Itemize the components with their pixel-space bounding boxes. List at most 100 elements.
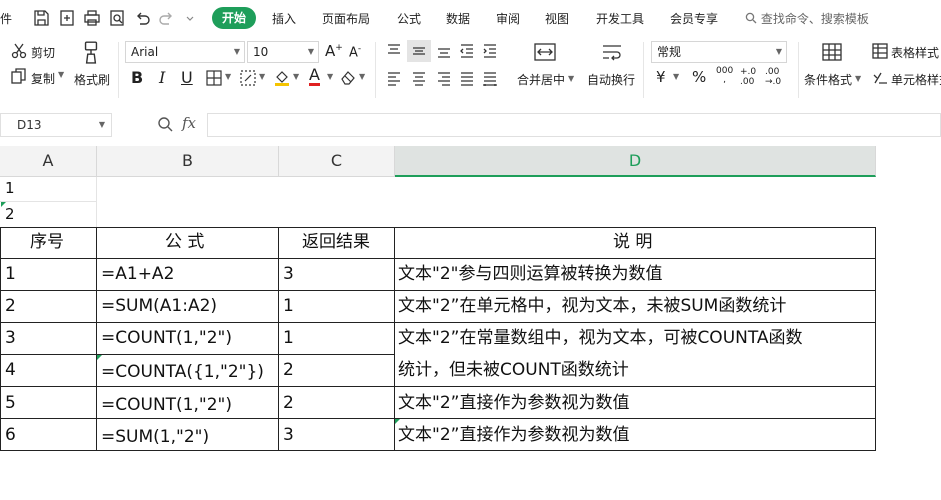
row1-description[interactable]: 文本"2"参与四则运算被转换为数值 [398, 266, 662, 283]
header-description[interactable]: 说 明 [613, 234, 652, 251]
cell-style-button[interactable]: 单元格样式 [891, 71, 941, 88]
decrease-decimal-button[interactable]: .00 →.0 [765, 67, 781, 87]
align-right-icon[interactable] [435, 69, 453, 87]
header-formula[interactable]: 公 式 [165, 234, 204, 251]
formula-input[interactable] [207, 113, 941, 137]
insert-function-button[interactable]: fx [182, 114, 196, 132]
align-bottom-icon[interactable] [435, 42, 453, 60]
indent-decrease-icon[interactable] [458, 42, 476, 60]
chevron-down-icon[interactable] [184, 9, 196, 27]
row5-result[interactable]: 2 [283, 395, 294, 412]
font-size-select[interactable]: 10 ▼ [247, 41, 319, 63]
name-box[interactable]: D13 ▼ [0, 113, 112, 137]
row6-formula[interactable]: =SUM(1,"2") [101, 429, 209, 446]
decrease-font-icon[interactable]: A- [349, 44, 361, 60]
conditional-format-icon[interactable] [821, 42, 843, 62]
format-painter-button[interactable]: 格式刷 [74, 71, 110, 88]
tab-data[interactable]: 数据 [446, 10, 470, 27]
column-header-c[interactable]: C [279, 146, 395, 177]
fill-pattern-dropdown-icon[interactable]: ▼ [259, 72, 265, 81]
font-color-button[interactable]: A [309, 67, 320, 86]
conditional-format-dropdown-icon[interactable]: ▼ [855, 74, 861, 83]
row2-result[interactable]: 1 [283, 298, 294, 315]
row2-description[interactable]: 文本"2”在单元格中，视为文本，未被SUM函数统计 [398, 298, 786, 315]
copy-button[interactable]: 复制 [31, 70, 55, 87]
bold-button[interactable]: B [131, 68, 143, 87]
italic-button[interactable]: I [159, 68, 165, 87]
borders-icon[interactable] [205, 69, 223, 87]
row4-formula[interactable]: =COUNTA({1,"2"}) [101, 364, 264, 381]
menu-file[interactable]: 件 [0, 10, 12, 27]
increase-font-icon[interactable]: A+ [325, 42, 343, 60]
row2-no[interactable]: 2 [5, 298, 16, 315]
table-style-icon[interactable] [871, 42, 889, 60]
redo-icon[interactable] [158, 9, 176, 27]
row6-description[interactable]: 文本"2”直接作为参数视为数值 [398, 427, 629, 444]
row4-result[interactable]: 2 [283, 362, 294, 379]
tab-formulas[interactable]: 公式 [397, 10, 421, 27]
cell-style-icon[interactable] [871, 69, 889, 87]
currency-dropdown-icon[interactable]: ▼ [673, 72, 679, 81]
thousands-button[interactable]: 000, [716, 67, 733, 85]
row3-description-line2[interactable]: 统计，但未被COUNT函数统计 [398, 362, 629, 379]
row4-no[interactable]: 4 [5, 362, 16, 379]
tab-page-layout[interactable]: 页面布局 [322, 10, 370, 27]
tab-insert[interactable]: 插入 [272, 10, 296, 27]
align-left-icon[interactable] [385, 69, 403, 87]
wrap-text-button[interactable]: 自动换行 [587, 71, 635, 88]
tab-home[interactable]: 开始 [212, 7, 256, 29]
wrap-text-icon[interactable] [601, 42, 623, 62]
scissors-icon[interactable] [10, 42, 28, 60]
row3-description-line1[interactable]: 文本"2”在常量数组中，视为文本，可被COUNTA函数 [398, 330, 803, 347]
row3-no[interactable]: 3 [5, 330, 16, 347]
row5-formula[interactable]: =COUNT(1,"2") [101, 397, 232, 414]
undo-icon[interactable] [133, 9, 151, 27]
print-icon[interactable] [83, 9, 101, 27]
merge-center-button[interactable]: 合并居中 [517, 71, 565, 88]
percent-button[interactable]: % [692, 68, 706, 86]
cut-button[interactable]: 剪切 [31, 44, 55, 61]
copy-dropdown-icon[interactable]: ▼ [58, 70, 64, 79]
column-header-a[interactable]: A [0, 146, 97, 177]
align-top-icon[interactable] [385, 42, 403, 60]
row6-result[interactable]: 3 [283, 427, 294, 444]
tab-review[interactable]: 审阅 [496, 10, 520, 27]
command-search[interactable]: 查找命令、搜索模板 [745, 10, 869, 27]
borders-dropdown-icon[interactable]: ▼ [225, 72, 231, 81]
merge-center-icon[interactable] [534, 42, 556, 62]
currency-icon[interactable]: ¥ [656, 68, 666, 86]
cell-a2[interactable]: 2 [5, 207, 15, 222]
row2-formula[interactable]: =SUM(A1:A2) [101, 298, 217, 315]
print-preview-icon[interactable] [108, 9, 126, 27]
row1-formula[interactable]: =A1+A2 [101, 266, 174, 283]
table-style-button[interactable]: 表格样式 [891, 44, 939, 61]
row5-no[interactable]: 5 [5, 395, 16, 412]
header-no[interactable]: 序号 [30, 234, 64, 251]
indent-increase-icon[interactable] [481, 42, 499, 60]
tab-developer[interactable]: 开发工具 [596, 10, 644, 27]
align-middle-icon[interactable] [407, 40, 431, 62]
tab-member[interactable]: 会员专享 [670, 10, 718, 27]
column-header-d[interactable]: D [395, 146, 876, 177]
increase-decimal-button[interactable]: +.0 .00 [740, 67, 756, 87]
copy-icon[interactable] [10, 67, 28, 85]
conditional-format-button[interactable]: 条件格式 [804, 71, 852, 88]
row5-description[interactable]: 文本"2”直接作为参数视为数值 [398, 395, 629, 412]
align-center-icon[interactable] [410, 69, 428, 87]
header-result[interactable]: 返回结果 [302, 234, 370, 251]
row6-no[interactable]: 6 [5, 427, 16, 444]
export-icon[interactable] [58, 9, 76, 27]
eraser-icon[interactable] [339, 68, 357, 86]
cell-a1[interactable]: 1 [5, 181, 15, 196]
eraser-dropdown-icon[interactable]: ▼ [359, 72, 365, 81]
save-icon[interactable] [32, 9, 50, 27]
row1-no[interactable]: 1 [5, 266, 16, 283]
font-name-select[interactable]: Arial ▼ [125, 41, 245, 63]
format-painter-icon[interactable] [81, 40, 101, 64]
font-color-dropdown-icon[interactable]: ▼ [327, 72, 333, 81]
distribute-icon[interactable] [481, 69, 499, 87]
underline-button[interactable]: U [181, 68, 193, 87]
column-header-b[interactable]: B [97, 146, 279, 177]
fill-pattern-icon[interactable] [239, 69, 257, 87]
row3-formula[interactable]: =COUNT(1,"2") [101, 330, 232, 347]
